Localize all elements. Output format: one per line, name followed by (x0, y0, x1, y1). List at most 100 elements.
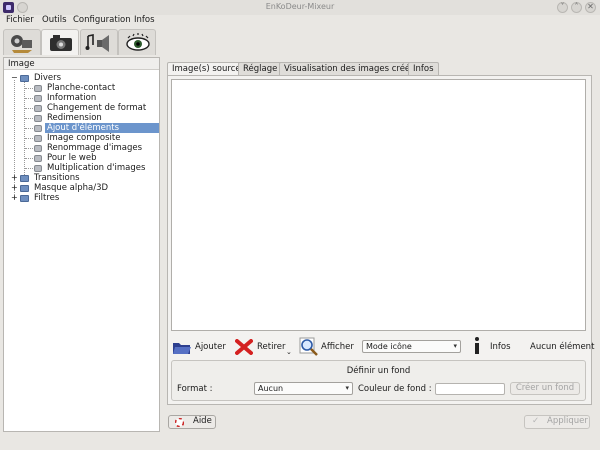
help-button[interactable]: Aide (168, 415, 216, 429)
view-mode-value: Mode icône (366, 342, 412, 351)
background-group-title: Définir un fond (346, 366, 411, 376)
show-label: Afficher (321, 342, 354, 352)
remove-label: Retirer (257, 342, 286, 352)
eye-icon (126, 33, 150, 51)
infos-button[interactable]: Infos (472, 336, 512, 356)
folder-icon (20, 175, 29, 182)
tree-item-label: Redimension (47, 113, 102, 123)
minimize-button[interactable]: ˅ (557, 2, 568, 13)
module-icon (34, 135, 42, 142)
tree-connector (25, 118, 33, 119)
format-value: Aucun (258, 384, 284, 393)
module-icon (34, 125, 42, 132)
tree-item-filtres[interactable]: + Filtres (4, 193, 159, 203)
module-icon (34, 85, 42, 92)
module-icon (34, 165, 42, 172)
tree-item-label: Transitions (34, 173, 80, 183)
magnifier-icon (299, 337, 318, 356)
expand-icon[interactable]: + (11, 183, 18, 193)
window-title: EnKoDeur-Mixeur (265, 2, 335, 11)
tool-tab-image[interactable] (41, 29, 79, 55)
maximize-button[interactable]: ˄ (571, 2, 582, 13)
tab-infos[interactable]: Infos (408, 62, 439, 75)
tree-connector (25, 168, 33, 169)
lifebuoy-icon (175, 418, 184, 427)
info-icon (475, 337, 479, 354)
infos-label: Infos (490, 342, 511, 352)
menu-fichier[interactable]: Fichier (6, 15, 34, 25)
close-button[interactable]: ✕ (585, 2, 596, 13)
tree-item-label: Changement de format (47, 103, 147, 113)
add-button[interactable]: Ajouter (172, 338, 226, 356)
create-background-button[interactable]: Créer un fond (510, 382, 580, 395)
tool-tab-video[interactable] (3, 29, 41, 55)
tree-connector (25, 158, 33, 159)
minimize-icon: ˅ (560, 2, 565, 11)
tree-item-information[interactable]: Information (4, 93, 159, 103)
tree-item-planche-contact[interactable]: Planche-contact (4, 83, 159, 93)
color-label: Couleur de fond : (358, 384, 432, 394)
apply-button[interactable]: ✓ Appliquer (524, 415, 590, 429)
maximize-icon: ˄ (574, 2, 579, 11)
format-select[interactable]: Aucun ▾ (254, 382, 353, 395)
tool-tab-view[interactable] (118, 29, 156, 55)
tree-item-renommage[interactable]: Renommage d'images (4, 143, 159, 153)
module-icon (34, 95, 42, 102)
tree-item-label: Divers (34, 73, 62, 83)
tree-item-label: Renommage d'images (47, 143, 143, 153)
folder-icon (20, 75, 29, 82)
expand-icon[interactable]: + (11, 173, 18, 183)
remove-button[interactable]: Retirer ⌄ (235, 337, 295, 357)
tab-reglage[interactable]: Réglage (238, 62, 283, 75)
module-icon (34, 105, 42, 112)
module-icon (34, 155, 42, 162)
tree-item-ajout-elements[interactable]: Ajout d'éléments (4, 123, 159, 133)
show-button[interactable]: Afficher (299, 337, 354, 357)
tree-item-label: Filtres (34, 193, 60, 203)
tab-image-source[interactable]: Image(s) source (167, 62, 246, 76)
tree-item-label: Pour le web (47, 153, 97, 163)
tree-item-transitions[interactable]: + Transitions (4, 173, 159, 183)
apply-label: Appliquer (547, 416, 588, 426)
collapse-icon[interactable]: − (11, 73, 18, 83)
tree-connector (25, 138, 33, 139)
format-label: Format : (177, 384, 213, 394)
menu-infos[interactable]: Infos (134, 15, 155, 25)
folder-icon (20, 185, 29, 192)
music-speaker-icon (85, 34, 109, 52)
module-icon (34, 145, 42, 152)
tree-item-pour-le-web[interactable]: Pour le web (4, 153, 159, 163)
title-bar: EnKoDeur-Mixeur ˅ ˄ ✕ (0, 0, 600, 15)
view-mode-select[interactable]: Mode icône ▾ (362, 340, 461, 353)
color-field[interactable] (435, 383, 505, 395)
video-camera-icon (11, 35, 32, 53)
chevron-down-icon: ▾ (453, 342, 457, 350)
tree-item-label: Masque alpha/3D (34, 183, 109, 193)
tree-item-masque-alpha[interactable]: + Masque alpha/3D (4, 183, 159, 193)
chevron-down-icon[interactable]: ⌄ (286, 348, 292, 356)
menu-bar: Fichier Outils Configuration Infos (0, 15, 600, 28)
expand-icon[interactable]: + (11, 193, 18, 203)
menu-configuration[interactable]: Configuration (73, 15, 131, 25)
image-list-area[interactable] (171, 79, 586, 331)
tree-item-divers[interactable]: − Divers (4, 73, 159, 83)
tree-header: Image (4, 58, 159, 70)
folder-icon (20, 195, 29, 202)
tree-item-label: Image composite (47, 133, 121, 143)
background-group: Définir un fond Format : Aucun ▾ Couleur… (171, 360, 586, 401)
tree-connector (25, 148, 33, 149)
tool-tab-audio[interactable] (80, 29, 118, 55)
tree-item-label: Multiplication d'images (47, 163, 146, 173)
add-label: Ajouter (195, 342, 226, 352)
tree-item-image-composite[interactable]: Image composite (4, 133, 159, 143)
tree-connector (25, 128, 33, 129)
check-icon: ✓ (532, 416, 540, 426)
menu-outils[interactable]: Outils (42, 15, 67, 25)
tab-visualisation[interactable]: Visualisation des images créées (279, 62, 425, 75)
tree-item-changement-format[interactable]: Changement de format (4, 103, 159, 113)
chevron-down-icon: ▾ (345, 384, 349, 392)
selection-status: Aucun élément (530, 342, 595, 352)
tree-item-label: Ajout d'éléments (45, 123, 159, 133)
tree-item-multiplication[interactable]: Multiplication d'images (4, 163, 159, 173)
tree-item-redimension[interactable]: Redimension (4, 113, 159, 123)
